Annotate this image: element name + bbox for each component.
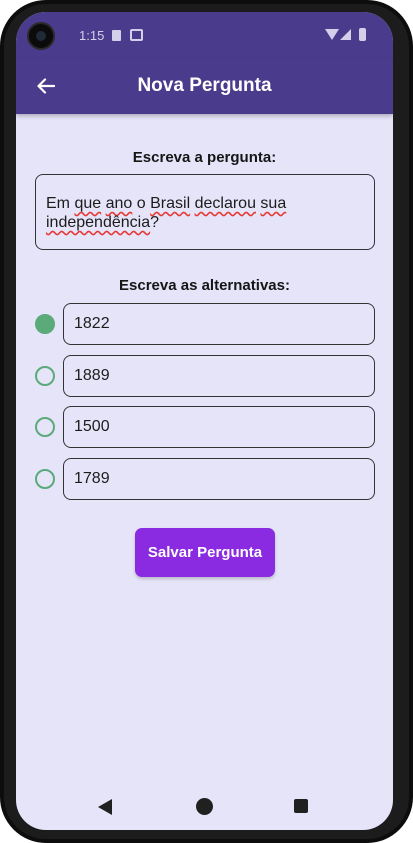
alternative-radio[interactable] — [35, 469, 55, 489]
question-word: independência — [46, 214, 151, 231]
alternative-input[interactable]: 1789 — [63, 458, 375, 500]
screen-icon — [130, 29, 143, 41]
alternative-input[interactable]: 1889 — [63, 355, 375, 397]
alternative-radio[interactable] — [35, 314, 55, 334]
sim-card-icon — [112, 30, 121, 41]
nav-back-icon[interactable] — [98, 799, 112, 815]
signal-icon — [340, 29, 351, 40]
phone-frame: 1:15 Nova Pergunta Escreva a pergunta: E… — [0, 0, 413, 843]
alternatives-label: Escreva as alternativas: — [119, 277, 290, 294]
question-text: Em que ano o Brasil declarou sua indepen… — [46, 195, 286, 231]
question-word: o — [136, 195, 146, 212]
battery-icon — [359, 28, 366, 41]
question-word: declarou — [194, 195, 256, 212]
camera-icon — [27, 22, 55, 50]
nav-recents-icon[interactable] — [294, 799, 308, 813]
question-ending: ? — [150, 214, 159, 231]
alternative-row: 1789 — [16, 458, 393, 500]
question-word: Brasil — [150, 195, 191, 212]
app-bar: Nova Pergunta — [16, 58, 393, 114]
page-title: Nova Pergunta — [137, 75, 272, 96]
screen: 1:15 Nova Pergunta Escreva a pergunta: E… — [16, 12, 393, 830]
alternative-radio[interactable] — [35, 417, 55, 437]
alternative-row: 1889 — [16, 355, 393, 397]
back-button[interactable] — [26, 66, 66, 106]
question-word: ano — [105, 195, 133, 212]
alternative-row: 1500 — [16, 406, 393, 448]
question-label: Escreva a pergunta: — [132, 149, 277, 166]
status-time: 1:15 — [79, 28, 105, 43]
wifi-icon — [325, 29, 339, 40]
question-word: Em — [46, 195, 70, 212]
system-nav-bar — [16, 782, 393, 830]
question-word: sua — [260, 195, 287, 212]
status-bar: 1:15 — [16, 12, 393, 58]
arrow-left-icon — [37, 78, 55, 94]
alternative-radio[interactable] — [35, 366, 55, 386]
nav-home-icon[interactable] — [196, 798, 213, 815]
question-word: que — [74, 195, 102, 212]
question-input[interactable]: Em que ano o Brasil declarou sua indepen… — [35, 174, 375, 250]
alternative-row: 1822 — [16, 303, 393, 345]
alternative-input[interactable]: 1822 — [63, 303, 375, 345]
save-question-button[interactable]: Salvar Pergunta — [135, 528, 275, 577]
alternative-input[interactable]: 1500 — [63, 406, 375, 448]
